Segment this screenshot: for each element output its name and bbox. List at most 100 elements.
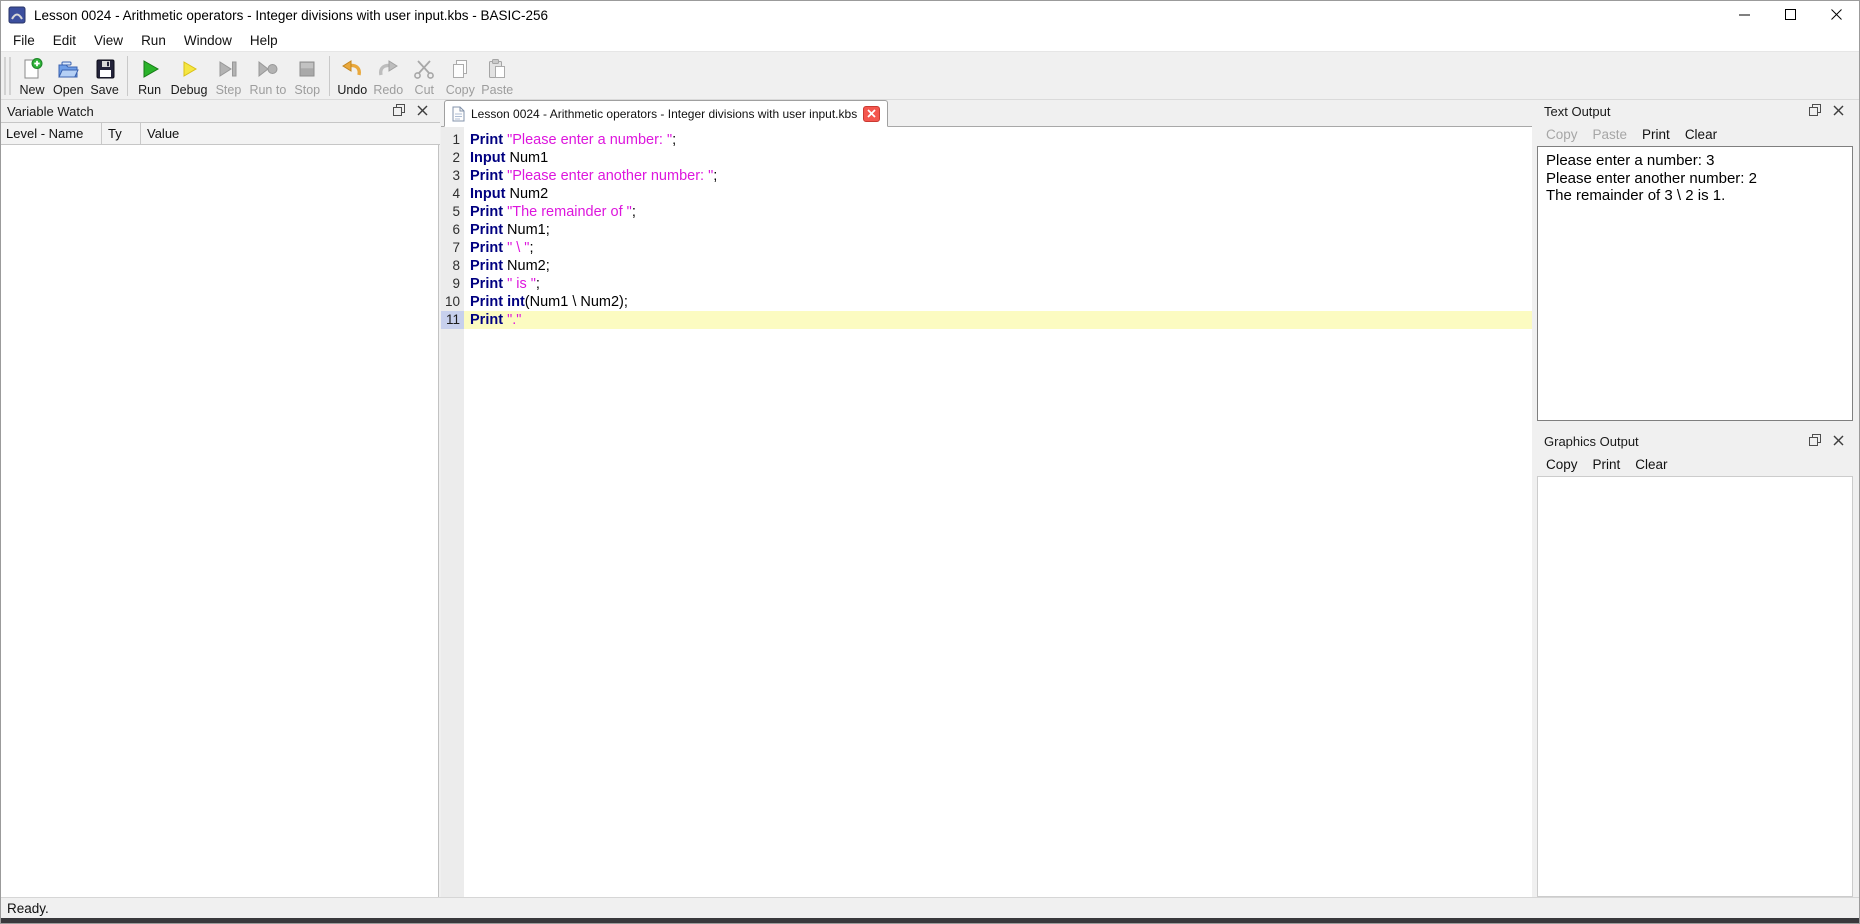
code-text: Print "Please enter a number: "; [464,131,1532,149]
text-output-titlebar: Text Output [1537,100,1856,122]
float-panel-icon[interactable] [1809,434,1821,446]
code-area[interactable]: 1Print "Please enter a number: "; 2Input… [441,127,1532,897]
code-line[interactable]: 3Print "Please enter another number: "; [441,167,1532,185]
tab-close-button[interactable] [863,106,880,122]
line-number: 5 [441,203,464,221]
minimize-icon [1739,9,1751,21]
redo-button-label: Redo [373,83,403,97]
new-button[interactable]: New [14,55,50,97]
menu-item-file[interactable]: File [4,31,44,50]
code-token: Input [470,186,505,202]
toolbar-grip[interactable] [4,57,11,95]
close-panel-icon[interactable] [1833,435,1844,446]
code-line[interactable]: 10Print int(Num1 \ Num2); [441,293,1532,311]
debug-button-label: Debug [171,83,208,97]
code-line[interactable]: 6Print Num1; [441,221,1532,239]
graphics-output-clear-button[interactable]: Clear [1635,457,1667,472]
editor-tab[interactable]: Lesson 0024 - Arithmetic operators - Int… [444,100,888,127]
code-line[interactable]: 5 Print "The remainder of "; [441,203,1532,221]
editor-tab-label: Lesson 0024 - Arithmetic operators - Int… [471,107,857,121]
code-token: ; [529,240,533,256]
text-output-copy-button[interactable]: Copy [1546,127,1578,142]
redo-button[interactable]: Redo [370,55,406,97]
code-line[interactable]: 8Print Num2; [441,257,1532,275]
menu-item-window[interactable]: Window [175,31,241,50]
main-area: Variable Watch Level - Name Ty Value [0,100,1860,897]
code-line[interactable]: 2Input Num1 [441,149,1532,167]
paste-clipboard-icon [484,56,510,82]
code-token: Num1; [503,222,550,238]
run-to-button[interactable]: Run to [246,55,289,97]
code-line[interactable]: 4 Input Num2 [441,185,1532,203]
code-token: "Please enter a number: " [507,132,672,148]
graphics-output-buttons: Copy Print Clear [1537,453,1668,475]
code-rows: 1Print "Please enter a number: "; 2Input… [441,131,1532,329]
graphics-output-area [1537,476,1853,897]
close-panel-icon[interactable] [417,105,428,116]
text-output-clear-button[interactable]: Clear [1685,127,1717,142]
debug-button[interactable]: Debug [168,55,211,97]
code-token: ; [536,276,540,292]
minimize-button[interactable] [1722,0,1768,30]
menu-item-run[interactable]: Run [132,31,175,50]
graphics-output-copy-button[interactable]: Copy [1546,457,1578,472]
code-text: Print " \ "; [464,239,1532,257]
text-output-buttons: Copy Paste Print Clear [1537,123,1717,145]
close-panel-icon[interactable] [1833,105,1844,116]
code-line[interactable]: 1Print "Please enter a number: "; [441,131,1532,149]
graphics-output-title: Graphics Output [1544,434,1639,449]
line-number: 10 [441,293,464,311]
step-icon [215,56,241,82]
column-header-type[interactable]: Ty [102,123,141,144]
open-button[interactable]: Open [50,55,87,97]
toolbar: New Open Save Run [0,51,1860,100]
window-controls [1722,0,1860,30]
run-to-button-label: Run to [249,83,286,97]
cut-button[interactable]: Cut [406,55,442,97]
column-header-level-name[interactable]: Level - Name [0,123,102,144]
code-token: Print [470,294,503,310]
float-panel-icon[interactable] [1809,104,1821,116]
run-button[interactable]: Run [132,55,168,97]
variable-watch-header: Level - Name Ty Value [0,122,440,145]
text-output-print-button[interactable]: Print [1642,127,1670,142]
menu-item-view[interactable]: View [85,31,132,50]
code-text: Print "." [464,311,1532,329]
code-line-highlighted[interactable]: 11Print "." [441,311,1532,329]
save-button[interactable]: Save [87,55,123,97]
maximize-button[interactable] [1768,0,1814,30]
code-line[interactable]: 7Print " \ "; [441,239,1532,257]
code-line[interactable]: 9Print " is "; [441,275,1532,293]
step-button-label: Step [216,83,242,97]
debug-play-icon [176,56,202,82]
redo-icon [375,56,401,82]
taskbar-edge [0,918,1860,924]
code-token: Num2 [505,186,548,202]
graphics-output-print-button[interactable]: Print [1593,457,1621,472]
code-token: ; [632,204,636,220]
new-button-label: New [19,83,44,97]
code-token: "The remainder of " [507,204,632,220]
line-number: 3 [441,167,464,185]
stop-button[interactable]: Stop [289,55,325,97]
close-button[interactable] [1814,0,1860,30]
menu-item-help[interactable]: Help [241,31,287,50]
toolbar-separator [329,56,330,96]
copy-pages-icon [447,56,473,82]
save-floppy-icon [92,56,118,82]
undo-button[interactable]: Undo [334,55,370,97]
step-button[interactable]: Step [210,55,246,97]
line-number: 9 [441,275,464,293]
column-header-value[interactable]: Value [141,123,440,144]
menu-item-edit[interactable]: Edit [44,31,85,50]
code-token: "Please enter another number: " [507,168,713,184]
text-output-area[interactable]: Please enter a number: 3 Please enter an… [1537,146,1853,421]
float-panel-icon[interactable] [393,104,405,116]
line-number: 4 [441,185,464,203]
paste-button[interactable]: Paste [478,55,516,97]
code-token: Print [470,204,503,220]
code-token: ; [672,132,676,148]
text-output-paste-button[interactable]: Paste [1593,127,1628,142]
copy-button[interactable]: Copy [442,55,478,97]
undo-icon [339,56,365,82]
